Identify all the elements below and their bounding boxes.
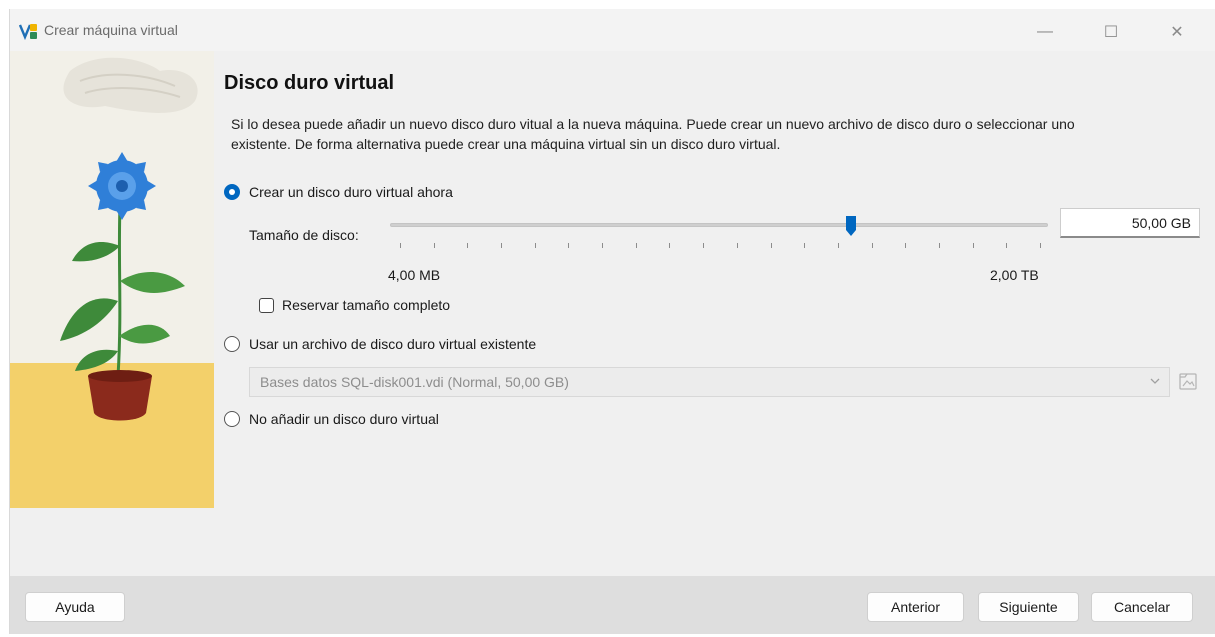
slider-tick (736, 243, 738, 248)
wizard-content: Disco duro virtual Si lo desea puede aña… (214, 51, 1215, 576)
slider-tick (703, 243, 705, 248)
chevron-down-icon (1150, 378, 1160, 384)
slider-tick (837, 243, 839, 248)
potted-flower-illustration (10, 51, 214, 508)
slider-tick (804, 243, 806, 248)
slider-tick (1040, 243, 1041, 248)
minimize-button[interactable]: — (1022, 18, 1068, 46)
next-button[interactable]: Siguiente (978, 592, 1079, 622)
slider-tick (871, 243, 873, 248)
virtualbox-app-icon (19, 24, 37, 40)
preallocate-option[interactable]: Reservar tamaño completo (259, 297, 450, 313)
slider-tick (467, 243, 469, 248)
create-disk-option[interactable]: Crear un disco duro virtual ahora (224, 184, 453, 200)
slider-tick (669, 243, 671, 248)
existing-disk-select[interactable]: Bases datos SQL-disk001.vdi (Normal, 50,… (249, 367, 1170, 397)
close-button[interactable]: ✕ (1154, 18, 1200, 46)
wizard-illustration (10, 51, 214, 508)
disk-size-input[interactable]: 50,00 GB (1060, 208, 1200, 238)
minimize-icon: — (1037, 23, 1053, 40)
maximize-icon: ☐ (1103, 24, 1119, 41)
disk-size-slider[interactable] (390, 223, 1048, 227)
slider-tick (770, 243, 772, 248)
help-button[interactable]: Ayuda (25, 592, 125, 622)
disk-size-slider-ticks (400, 243, 1041, 249)
radio-no-disk[interactable] (224, 411, 240, 427)
slider-tick (938, 243, 940, 248)
slider-tick (400, 243, 401, 248)
use-existing-label: Usar un archivo de disco duro virtual ex… (249, 336, 537, 352)
disk-size-min-label: 4,00 MB (388, 267, 441, 283)
use-existing-option[interactable]: Usar un archivo de disco duro virtual ex… (224, 336, 536, 352)
page-title: Disco duro virtual (224, 72, 395, 94)
radio-create-disk[interactable] (224, 184, 240, 200)
create-vm-dialog: Crear máquina virtual — ☐ ✕ Disco duro v… (9, 9, 1215, 634)
disk-size-label: Tamaño de disco: (249, 227, 359, 243)
choose-disk-file-icon[interactable] (1177, 369, 1199, 393)
disk-size-slider-thumb[interactable] (845, 215, 857, 237)
slider-tick (602, 243, 604, 248)
slider-tick (972, 243, 974, 248)
title-bar: Crear máquina virtual — ☐ ✕ (10, 9, 1215, 51)
slider-tick (534, 243, 536, 248)
cancel-button[interactable]: Cancelar (1091, 592, 1193, 622)
back-button[interactable]: Anterior (867, 592, 964, 622)
preallocate-checkbox[interactable] (259, 297, 274, 313)
slider-tick (568, 243, 570, 248)
slider-tick (433, 243, 435, 248)
disk-size-max-label: 2,00 TB (990, 267, 1039, 283)
create-disk-label: Crear un disco duro virtual ahora (249, 184, 453, 200)
close-icon: ✕ (1170, 24, 1184, 41)
existing-disk-value: Bases datos SQL-disk001.vdi (Normal, 50,… (260, 374, 569, 390)
maximize-button[interactable]: ☐ (1088, 18, 1134, 46)
slider-tick (1006, 243, 1008, 248)
slider-tick (635, 243, 637, 248)
slider-tick (905, 243, 907, 248)
slider-tick (501, 243, 503, 248)
window-title: Crear máquina virtual (44, 22, 178, 38)
no-disk-label: No añadir un disco duro virtual (249, 411, 439, 427)
page-description: Si lo desea puede añadir un nuevo disco … (231, 116, 1075, 152)
preallocate-label: Reservar tamaño completo (282, 297, 451, 313)
no-disk-option[interactable]: No añadir un disco duro virtual (224, 411, 439, 427)
radio-use-existing[interactable] (224, 336, 240, 352)
